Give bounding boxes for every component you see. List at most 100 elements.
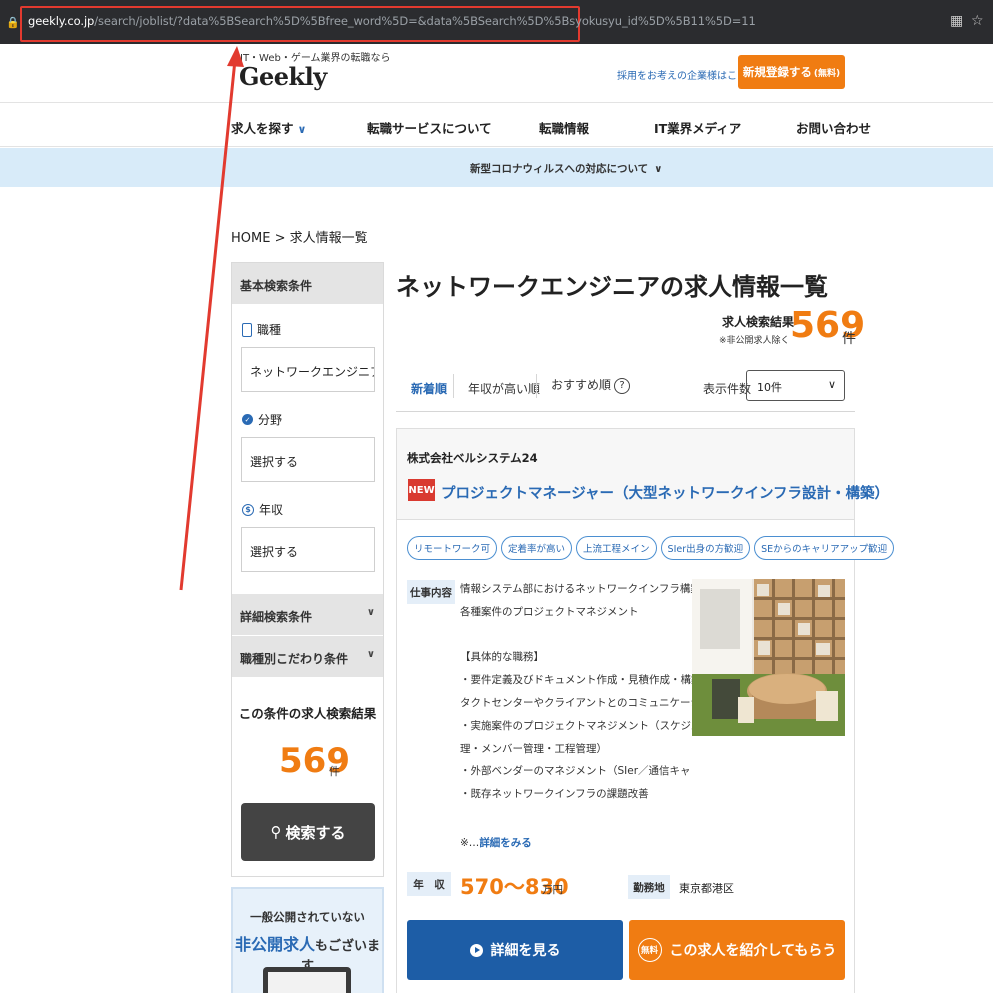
view-detail-button[interactable]: 詳細を見る [407,920,623,980]
detail-conditions-header[interactable]: 詳細検索条件 ∨ [232,594,383,635]
new-badge: NEW [408,479,435,501]
chevron-down-icon: ∨ [654,164,663,175]
job-type-label: 職種 [257,323,282,337]
nav-it-media[interactable]: IT業界メディア [654,118,741,137]
job-title-link[interactable]: プロジェクトマネージャー（大型ネットワークインフラ設計・構築） [441,482,889,503]
sort-recommended-label: おすすめ順 [551,378,612,392]
sort-recommended[interactable]: おすすめ順? [551,376,631,394]
search-sidebar: 基本検索条件 職種 ネットワークエンジニア ✓ 分野 選択する $ 年収 選択する … [231,262,384,877]
laptop-illustration [263,967,351,993]
description-line: タクトセンターやクライアントとのコミュニケーション [460,696,692,709]
description-line: 【具体的な職務】 [460,651,544,664]
job-tags: リモートワーク可 定着率が高い 上流工程メイン SIer出身の方歓迎 SEからの… [407,536,895,560]
corona-banner[interactable]: 新型コロナウィルスへの対応について ∨ [0,148,993,187]
job-tag[interactable]: SIer出身の方歓迎 [660,536,751,560]
nav-contact[interactable]: お問い合わせ [796,118,871,137]
more-link-label: 詳細をみる [479,837,532,849]
description-line: ・既存ネットワークインフラの課題改善 [460,788,649,801]
field-label-salary: $ 年収 [242,501,283,518]
more-prefix: ※… [460,837,480,849]
sort-newest[interactable]: 新着順 [411,380,447,397]
search-button[interactable]: ⚲ 検索する [241,803,375,861]
chevron-down-icon: ∨ [297,123,307,136]
sort-bar: 新着順 年収が高い順 おすすめ順? 表示件数 10件 ∨ [396,366,855,412]
detail-conditions-label: 詳細検索条件 [240,610,313,624]
field-label-job-type: 職種 [242,321,281,338]
result-label: 求人検索結果 [722,315,795,329]
job-description: 情報システム部におけるネットワークインフラ構築に関する 各種案件のプロジェクトマ… [460,581,692,809]
description-line: ・外部ベンダーのマネジメント（SIer／通信キャリアなど） [460,765,692,778]
dollar-icon: $ [242,503,254,516]
geekly-logo[interactable]: Geekly [239,62,327,91]
register-free-label: (無料) [813,68,841,79]
per-page-value: 10件 [757,381,782,394]
sidebar-result-unit: 件 [329,765,340,778]
url-host: geekly.co.jp [28,14,95,28]
main-nav: 求人を探す ∨ 転職サービスについて 転職情報 IT業界メディア お問い合わせ [0,104,993,147]
nonpublic-highlight: 非公開求人 [234,935,315,954]
description-line: ・要件定義及びドキュメント作成・見積作成・構築先のコン [460,674,692,687]
description-line [460,627,692,650]
corona-banner-label: 新型コロナウィルスへの対応について [470,163,649,175]
register-label: 新規登録する [742,65,812,79]
search-icon: ⚲ [270,823,282,841]
description-line: 理・メンバー管理・工程管理） [460,742,607,755]
nonpublic-line1: 一般公開されていない [250,910,365,924]
job-tag[interactable]: 定着率が高い [501,536,573,560]
description-label: 仕事内容 [407,580,455,604]
per-page-label: 表示件数 [703,382,752,396]
chevron-down-icon: ∨ [366,607,375,618]
page-title: ネットワークエンジニアの求人情報一覧 [396,273,828,301]
nonpublic-jobs-banner[interactable]: 一般公開されていない 非公開求人もございます [231,887,384,993]
job-card-header: 株式会社ベルシステム24 NEW プロジェクトマネージャー（大型ネットワークイン… [397,429,889,520]
category-field[interactable]: 選択する [241,437,375,482]
description-line: ・実施案件のプロジェクトマネジメント（スケジュール管 [460,719,692,732]
view-detail-label: 詳細を見る [490,943,561,959]
nav-services[interactable]: 転職サービスについて [367,118,492,137]
more-detail-link[interactable]: ※…詳細をみる [460,835,532,850]
basic-conditions-header: 基本検索条件 [232,263,383,304]
request-introduction-label: この求人を紹介してもらう [669,943,837,959]
per-page-select[interactable]: 10件 ∨ [746,370,845,401]
job-tag[interactable]: 上流工程メイン [576,536,657,560]
free-badge: 無料 [637,938,662,962]
nav-find-jobs[interactable]: 求人を探す ∨ [231,118,306,137]
qr-code-icon[interactable]: ▦ [950,13,963,29]
breadcrumb[interactable]: HOME > 求人情報一覧 [231,227,368,246]
location-label: 勤務地 [628,875,670,899]
register-button[interactable]: 新規登録する (無料) [738,55,845,89]
job-card: 株式会社ベルシステム24 NEW プロジェクトマネージャー（大型ネットワークイン… [396,428,895,993]
salary-unit: 万円 [542,884,563,896]
clipboard-icon [242,322,252,337]
result-note: ※非公開求人除く [719,336,790,346]
description-line: 各種案件のプロジェクトマネジメント [460,605,639,618]
job-tag[interactable]: SEからのキャリアアップ歓迎 [754,536,895,560]
result-unit: 件 [842,331,856,347]
nav-career-info[interactable]: 転職情報 [539,118,589,137]
address-bar[interactable]: geekly.co.jp/search/joblist/?data%5BSear… [28,14,756,28]
site-header: IT・Web・ゲーム業界の転職なら Geekly 採用をお考えの企業様はこちら … [0,44,993,103]
bookmark-star-icon[interactable]: ☆ [971,13,984,29]
job-specific-conditions-header[interactable]: 職種別こだわり条件 ∨ [232,636,383,677]
url-path: /search/joblist/?data%5BSearch%5D%5Bfree… [94,14,756,28]
job-type-field[interactable]: ネットワークエンジニア [241,347,375,392]
help-icon[interactable]: ? [614,377,631,394]
salary-label: 年収 [259,503,284,517]
salary-label: 年 収 [407,872,451,896]
search-button-label: 検索する [285,823,346,842]
nav-find-jobs-label: 求人を探す [231,121,294,136]
sidebar-result-title: この条件の求人検索結果 [238,706,377,721]
job-tag[interactable]: リモートワーク可 [407,536,498,560]
location-value: 東京都港区 [679,882,734,895]
company-name: 株式会社ベルシステム24 [407,451,538,465]
office-photo [692,579,845,736]
corporate-link[interactable]: 採用をお考えの企業様はこちら [617,67,757,82]
chevron-down-icon: ∨ [827,378,836,391]
field-label-category: ✓ 分野 [242,411,282,428]
chevron-down-icon: ∨ [366,649,375,660]
sort-salary[interactable]: 年収が高い順 [468,380,540,397]
salary-field[interactable]: 選択する [241,527,375,572]
request-introduction-button[interactable]: 無料 この求人を紹介してもらう [629,920,845,980]
browser-toolbar: 🔒 geekly.co.jp/search/joblist/?data%5BSe… [0,0,993,44]
lock-icon: 🔒 [6,16,20,29]
